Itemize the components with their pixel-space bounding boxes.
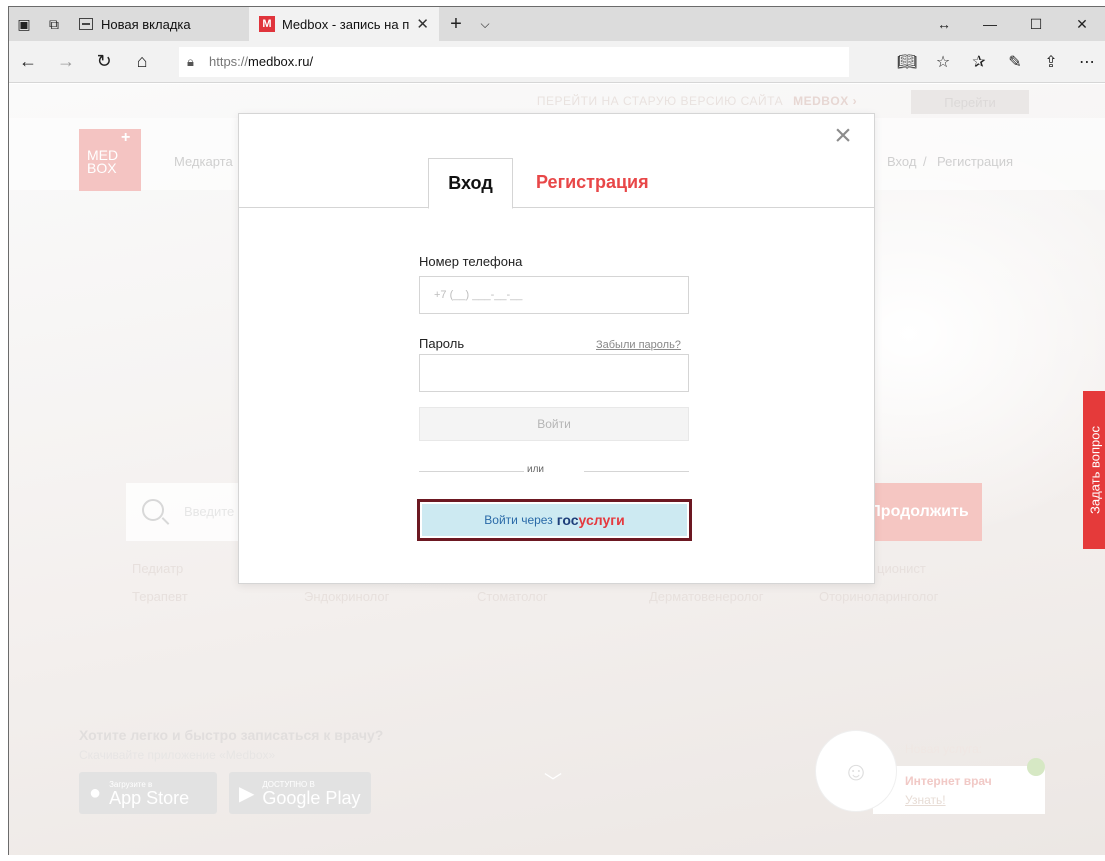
googleplay-big-text: Google Play bbox=[262, 787, 361, 808]
share-icon[interactable]: ⇪ bbox=[1033, 41, 1069, 83]
new-tab-favicon-icon bbox=[79, 18, 93, 30]
specialty-link[interactable]: Дерматовенеролог bbox=[649, 589, 763, 604]
specialty-link[interactable]: Педиатр bbox=[132, 561, 183, 576]
gosuslugi-brand-uslugi: услуги bbox=[578, 512, 625, 528]
nav-register-link[interactable]: Регистрация bbox=[937, 154, 1013, 169]
more-icon[interactable]: ⋯ bbox=[1069, 41, 1105, 83]
forgot-password-link[interactable]: Забыли пароль? bbox=[596, 339, 681, 351]
medbox-logo[interactable]: + MED BOX bbox=[79, 129, 141, 191]
window-controls: ↔ — ☐ ✕ bbox=[921, 7, 1105, 41]
search-icon bbox=[142, 499, 164, 521]
url-host: medbox.ru/ bbox=[248, 54, 314, 69]
app-promo-subtitle: Скачивайте приложение «Medbox» bbox=[79, 748, 276, 762]
app-promo-title: Хотите легко и быстро записаться к врачу… bbox=[79, 727, 384, 743]
set-aside-tabs-icon[interactable]: ⧉ bbox=[39, 7, 69, 41]
service-name: Интернет врач bbox=[905, 774, 992, 788]
nav-login-link[interactable]: Вход bbox=[887, 154, 916, 169]
banner-go-button[interactable]: Перейти bbox=[911, 90, 1029, 114]
specialty-link[interactable]: Терапевт bbox=[132, 589, 188, 604]
favorite-star-icon[interactable]: ☆ bbox=[925, 41, 961, 83]
address-bar[interactable]: 🔒︎ https://medbox.ru/ bbox=[179, 46, 849, 77]
gosuslugi-brand-gos: гос bbox=[556, 512, 579, 528]
tab-login[interactable]: Вход bbox=[428, 158, 513, 209]
divider-left bbox=[419, 471, 524, 472]
banner-brand[interactable]: MEDBOX › bbox=[793, 94, 857, 108]
phone-label: Номер телефона bbox=[419, 254, 523, 269]
nav-medcard-link[interactable]: Медкарта bbox=[174, 154, 233, 169]
banner-text[interactable]: ПЕРЕЙТИ НА СТАРУЮ ВЕРСИЮ САЙТА bbox=[537, 94, 783, 108]
navigation-bar: ← → ↻ ⌂ 🔒︎ https://medbox.ru/ 📖︎ ☆ ✰ ✎ ⇪… bbox=[9, 41, 1105, 83]
close-tab-icon[interactable]: ✕ bbox=[416, 15, 429, 33]
new-tab-button[interactable]: + bbox=[439, 7, 473, 41]
specialty-link[interactable]: Оториноларинголог bbox=[819, 589, 938, 604]
login-modal: × Вход Регистрация Номер телефона +7 (__… bbox=[238, 113, 875, 584]
password-label: Пароль bbox=[419, 336, 465, 351]
tab-actions-icon[interactable]: ▣ bbox=[9, 7, 39, 41]
specialty-link[interactable]: Стоматолог bbox=[477, 589, 548, 604]
refresh-icon[interactable]: ↻ bbox=[85, 41, 123, 83]
tab-medbox[interactable]: M Medbox - запись на пр ✕ bbox=[249, 7, 439, 41]
or-separator: или bbox=[527, 464, 545, 475]
appstore-big-text: App Store bbox=[109, 787, 190, 808]
browser-window: ▣ ⧉ Новая вкладка M Medbox - запись на п… bbox=[8, 6, 1105, 855]
chat-bubble-icon[interactable] bbox=[1027, 758, 1045, 776]
tab-bar: ▣ ⧉ Новая вкладка M Medbox - запись на п… bbox=[9, 7, 1105, 41]
phone-input[interactable]: +7 (__) ___-__-__ bbox=[419, 276, 689, 314]
divider-right bbox=[584, 471, 689, 472]
tab-preview-chevron-icon[interactable]: ⌵ bbox=[473, 7, 497, 41]
specialty-link[interactable]: ционист bbox=[877, 561, 926, 576]
close-modal-icon[interactable]: × bbox=[828, 121, 858, 152]
app-store-button[interactable]: ● Загрузите в App Store bbox=[79, 772, 217, 814]
tab-new-tab[interactable]: Новая вкладка bbox=[69, 7, 249, 41]
pen-icon[interactable]: ✎ bbox=[997, 41, 1033, 83]
search-placeholder: Введите bbox=[184, 504, 235, 519]
modal-tabs: Вход Регистрация bbox=[239, 154, 874, 209]
password-input[interactable] bbox=[419, 354, 689, 392]
service-learn-link[interactable]: Узнать! bbox=[905, 793, 946, 807]
scroll-down-chevron-icon[interactable]: ﹀ bbox=[544, 768, 562, 794]
gosuslugi-prefix: Войти через bbox=[484, 513, 553, 527]
specialty-link[interactable]: Эндокринолог bbox=[304, 589, 389, 604]
lock-icon: 🔒︎ bbox=[187, 53, 194, 69]
home-icon[interactable]: ⌂ bbox=[123, 41, 161, 83]
logo-text-line2: BOX bbox=[87, 160, 117, 176]
url-scheme: https:// bbox=[209, 54, 249, 69]
back-arrow-icon[interactable]: ← bbox=[9, 41, 47, 83]
apple-icon: ● bbox=[89, 781, 102, 804]
toolbar-right: 📖︎ ☆ ✰ ✎ ⇪ ⋯ bbox=[889, 41, 1105, 83]
gosuslugi-login-button[interactable]: Войти через гос услуги bbox=[422, 504, 687, 536]
tab-label: Medbox - запись на пр bbox=[282, 16, 411, 32]
ask-question-tab[interactable]: Задать вопрос bbox=[1083, 391, 1105, 549]
tab-register[interactable]: Регистрация bbox=[536, 172, 649, 193]
nav-separator: / bbox=[923, 154, 927, 169]
forward-arrow-icon[interactable]: → bbox=[47, 41, 85, 83]
minimize-button[interactable]: — bbox=[967, 7, 1013, 41]
fullscreen-icon[interactable]: ↔ bbox=[921, 7, 967, 41]
logo-plus-icon: + bbox=[121, 129, 131, 146]
google-play-icon: ▶ bbox=[239, 782, 255, 805]
close-window-button[interactable]: ✕ bbox=[1059, 7, 1105, 41]
doctor-avatar-icon: ☺ bbox=[815, 730, 897, 812]
reading-view-icon[interactable]: 📖︎ bbox=[889, 41, 925, 83]
gosuslugi-highlight: Войти через гос услуги bbox=[417, 499, 692, 541]
tab-label: Новая вкладка bbox=[101, 16, 191, 32]
service-label: Новая услуга: bbox=[905, 742, 983, 756]
favorites-list-icon[interactable]: ✰ bbox=[961, 41, 997, 83]
login-submit-button[interactable]: Войти bbox=[419, 407, 689, 441]
maximize-button[interactable]: ☐ bbox=[1013, 7, 1059, 41]
google-play-button[interactable]: ▶ ДОСТУПНО В Google Play bbox=[229, 772, 371, 814]
medbox-favicon-icon: M bbox=[259, 16, 275, 32]
new-service-card: ☺ Новая услуга: Интернет врач Узнать! bbox=[815, 730, 1045, 814]
